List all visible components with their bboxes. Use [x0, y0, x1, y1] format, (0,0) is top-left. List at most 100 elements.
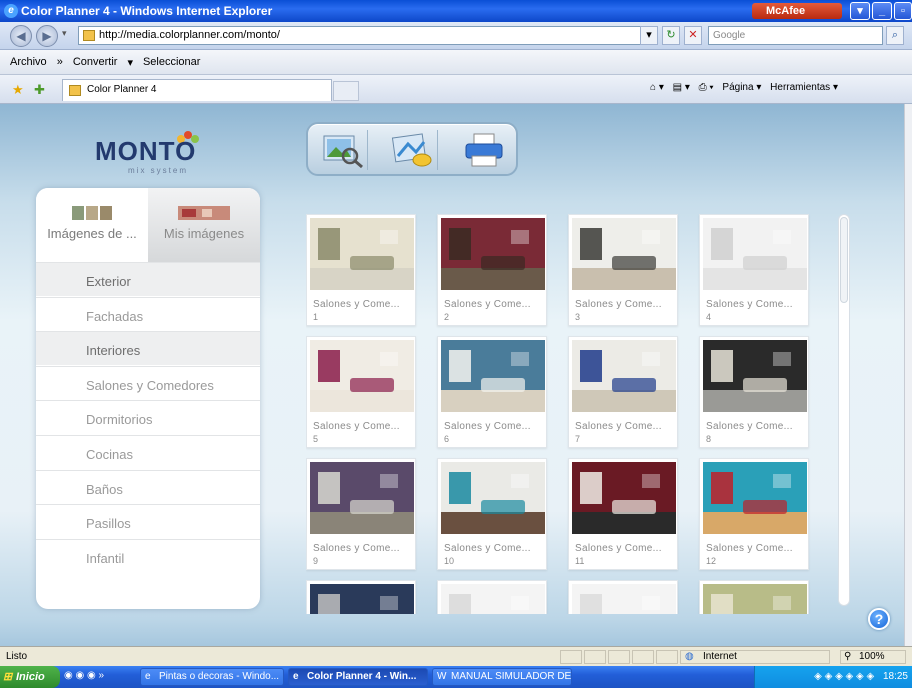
tab-imagenes[interactable]: Imágenes de ... [36, 188, 148, 262]
image-card[interactable]: Salones y Come... 5 [306, 336, 416, 448]
room-thumbnail[interactable] [703, 218, 807, 290]
tab-page-icon [69, 85, 81, 96]
image-card[interactable] [568, 580, 678, 614]
url-field[interactable]: http://media.colorplanner.com/monto/ [78, 26, 658, 45]
image-card[interactable] [699, 580, 809, 614]
image-card[interactable]: Salones y Come... 4 [699, 214, 809, 326]
tab-mis-imagenes[interactable]: Mis imágenes [148, 188, 260, 262]
url-text: http://media.colorplanner.com/monto/ [99, 29, 280, 41]
grid-scrollbar[interactable] [838, 214, 850, 606]
minimize-button[interactable]: _ [872, 2, 892, 20]
room-thumbnail[interactable] [310, 462, 414, 534]
app-toolbar [306, 122, 518, 176]
category-dormitorios[interactable]: Dormitorios [36, 400, 260, 434]
stop-icon[interactable]: ✕ [684, 26, 702, 45]
menu-bar: Archivo » Convertir ▾ Seleccionar [0, 50, 912, 75]
image-grid: Salones y Come... 1 Salones y Come... 2 Salo… [306, 214, 826, 614]
menu-convertir-dropdown[interactable]: ▾ [127, 56, 133, 69]
grid-scroll-thumb[interactable] [840, 217, 848, 303]
image-card[interactable]: Salones y Come... 2 [437, 214, 547, 326]
category-fachadas[interactable]: Fachadas [36, 296, 260, 331]
feeds-icon[interactable]: ▤ ▾ [673, 82, 690, 93]
url-dropdown-icon[interactable]: ▾ [640, 26, 658, 45]
forward-button[interactable]: ▶ [36, 25, 58, 47]
image-card[interactable]: Salones y Come... 8 [699, 336, 809, 448]
zoom-icon: ⚲ [844, 651, 852, 662]
dropdown-icon[interactable]: ▾ [850, 2, 870, 20]
room-thumbnail[interactable] [310, 584, 414, 614]
quick-launch-icons[interactable]: ◉ ◉ ◉ » [64, 670, 104, 681]
logo-subtext: mix system [128, 166, 188, 175]
room-thumbnail[interactable] [572, 340, 676, 412]
category-salones-y-comedores[interactable]: Salones y Comedores [36, 365, 260, 400]
image-card[interactable]: Salones y Come... 6 [437, 336, 547, 448]
room-thumbnail[interactable] [703, 462, 807, 534]
mcafee-button[interactable]: McAfee [752, 3, 842, 19]
image-caption: Salones y Come... [444, 543, 531, 554]
history-dropdown-icon[interactable]: ▾ [62, 28, 67, 39]
image-card[interactable] [437, 580, 547, 614]
category-baños[interactable]: Baños [36, 469, 260, 504]
image-card[interactable]: Salones y Come... 10 [437, 458, 547, 570]
tools-menu[interactable]: Herramientas ▾ [770, 82, 838, 93]
favorites-star-icon[interactable]: ★ [12, 82, 24, 98]
image-card[interactable] [306, 580, 416, 614]
new-tab-button[interactable] [333, 81, 359, 101]
room-thumbnail[interactable] [703, 340, 807, 412]
paint-bucket-icon[interactable] [388, 130, 438, 170]
maximize-button[interactable]: ▫ [894, 2, 912, 20]
room-thumbnail[interactable] [441, 340, 545, 412]
room-thumbnail[interactable] [572, 584, 676, 614]
image-caption: Salones y Come... [575, 421, 662, 432]
search-icon[interactable]: ⌕ [886, 26, 904, 45]
room-thumbnail[interactable] [441, 462, 545, 534]
menu-chevron[interactable]: » [57, 56, 63, 68]
back-button[interactable]: ◀ [10, 25, 32, 47]
tray-icons[interactable]: ◈ ◈ ◈ ◈ ◈ ◈ [814, 671, 874, 682]
category-infantil[interactable]: Infantil [36, 538, 260, 573]
search-image-icon[interactable] [318, 130, 368, 170]
zoom-text: 100% [859, 651, 885, 662]
category-exterior[interactable]: Exterior [36, 262, 260, 296]
refresh-icon[interactable]: ↻ [662, 26, 680, 45]
menu-seleccionar[interactable]: Seleccionar [143, 56, 200, 68]
image-card[interactable]: Salones y Come... 3 [568, 214, 678, 326]
image-card[interactable]: Salones y Come... 9 [306, 458, 416, 570]
category-cocinas[interactable]: Cocinas [36, 435, 260, 469]
search-input[interactable]: Google [708, 26, 883, 45]
page-menu[interactable]: Página ▾ [722, 82, 761, 93]
image-card[interactable]: Salones y Come... 11 [568, 458, 678, 570]
task-pintas-o-decoras[interactable]: e Pintas o decoras - Windo... [140, 668, 284, 686]
task-color-planner[interactable]: e Color Planner 4 - Win... [288, 668, 428, 686]
category-pasillos[interactable]: Pasillos [36, 504, 260, 538]
zoom-control[interactable]: ⚲ 100% [840, 650, 906, 664]
image-card[interactable]: Salones y Come... 12 [699, 458, 809, 570]
room-thumbnail[interactable] [572, 462, 676, 534]
help-button[interactable]: ? [868, 608, 890, 630]
printer-icon[interactable] [458, 130, 508, 170]
room-thumbnail[interactable] [703, 584, 807, 614]
room-thumbnail[interactable] [572, 218, 676, 290]
room-thumbnail[interactable] [310, 340, 414, 412]
page-scrollbar[interactable] [904, 104, 912, 646]
menu-archivo[interactable]: Archivo [10, 56, 47, 68]
menu-convertir[interactable]: Convertir [73, 56, 118, 68]
category-interiores[interactable]: Interiores [36, 331, 260, 366]
print-icon[interactable]: ⎙ ▾ [699, 82, 714, 93]
tab-color-planner[interactable]: Color Planner 4 [62, 79, 332, 101]
windows-taskbar: ⊞ Inicio ◉ ◉ ◉ » e Pintas o decoras - Wi… [0, 666, 912, 688]
room-thumbnail[interactable] [441, 218, 545, 290]
image-card[interactable]: Salones y Come... 1 [306, 214, 416, 326]
image-number: 5 [313, 434, 319, 444]
status-bar: Listo ◍ Internet ⚲ 100% [0, 646, 912, 666]
start-button[interactable]: ⊞ Inicio [0, 666, 60, 688]
image-caption: Salones y Come... [706, 299, 793, 310]
image-card[interactable]: Salones y Come... 7 [568, 336, 678, 448]
add-favorite-icon[interactable]: ✚ [34, 82, 45, 98]
ie-icon: e [4, 4, 18, 18]
room-thumbnail[interactable] [310, 218, 414, 290]
room-thumbnail[interactable] [441, 584, 545, 614]
task-manual-simulador[interactable]: W MANUAL SIMULADOR DE... [432, 668, 572, 686]
home-icon[interactable]: ⌂ ▾ [650, 82, 664, 93]
image-caption: Salones y Come... [575, 299, 662, 310]
